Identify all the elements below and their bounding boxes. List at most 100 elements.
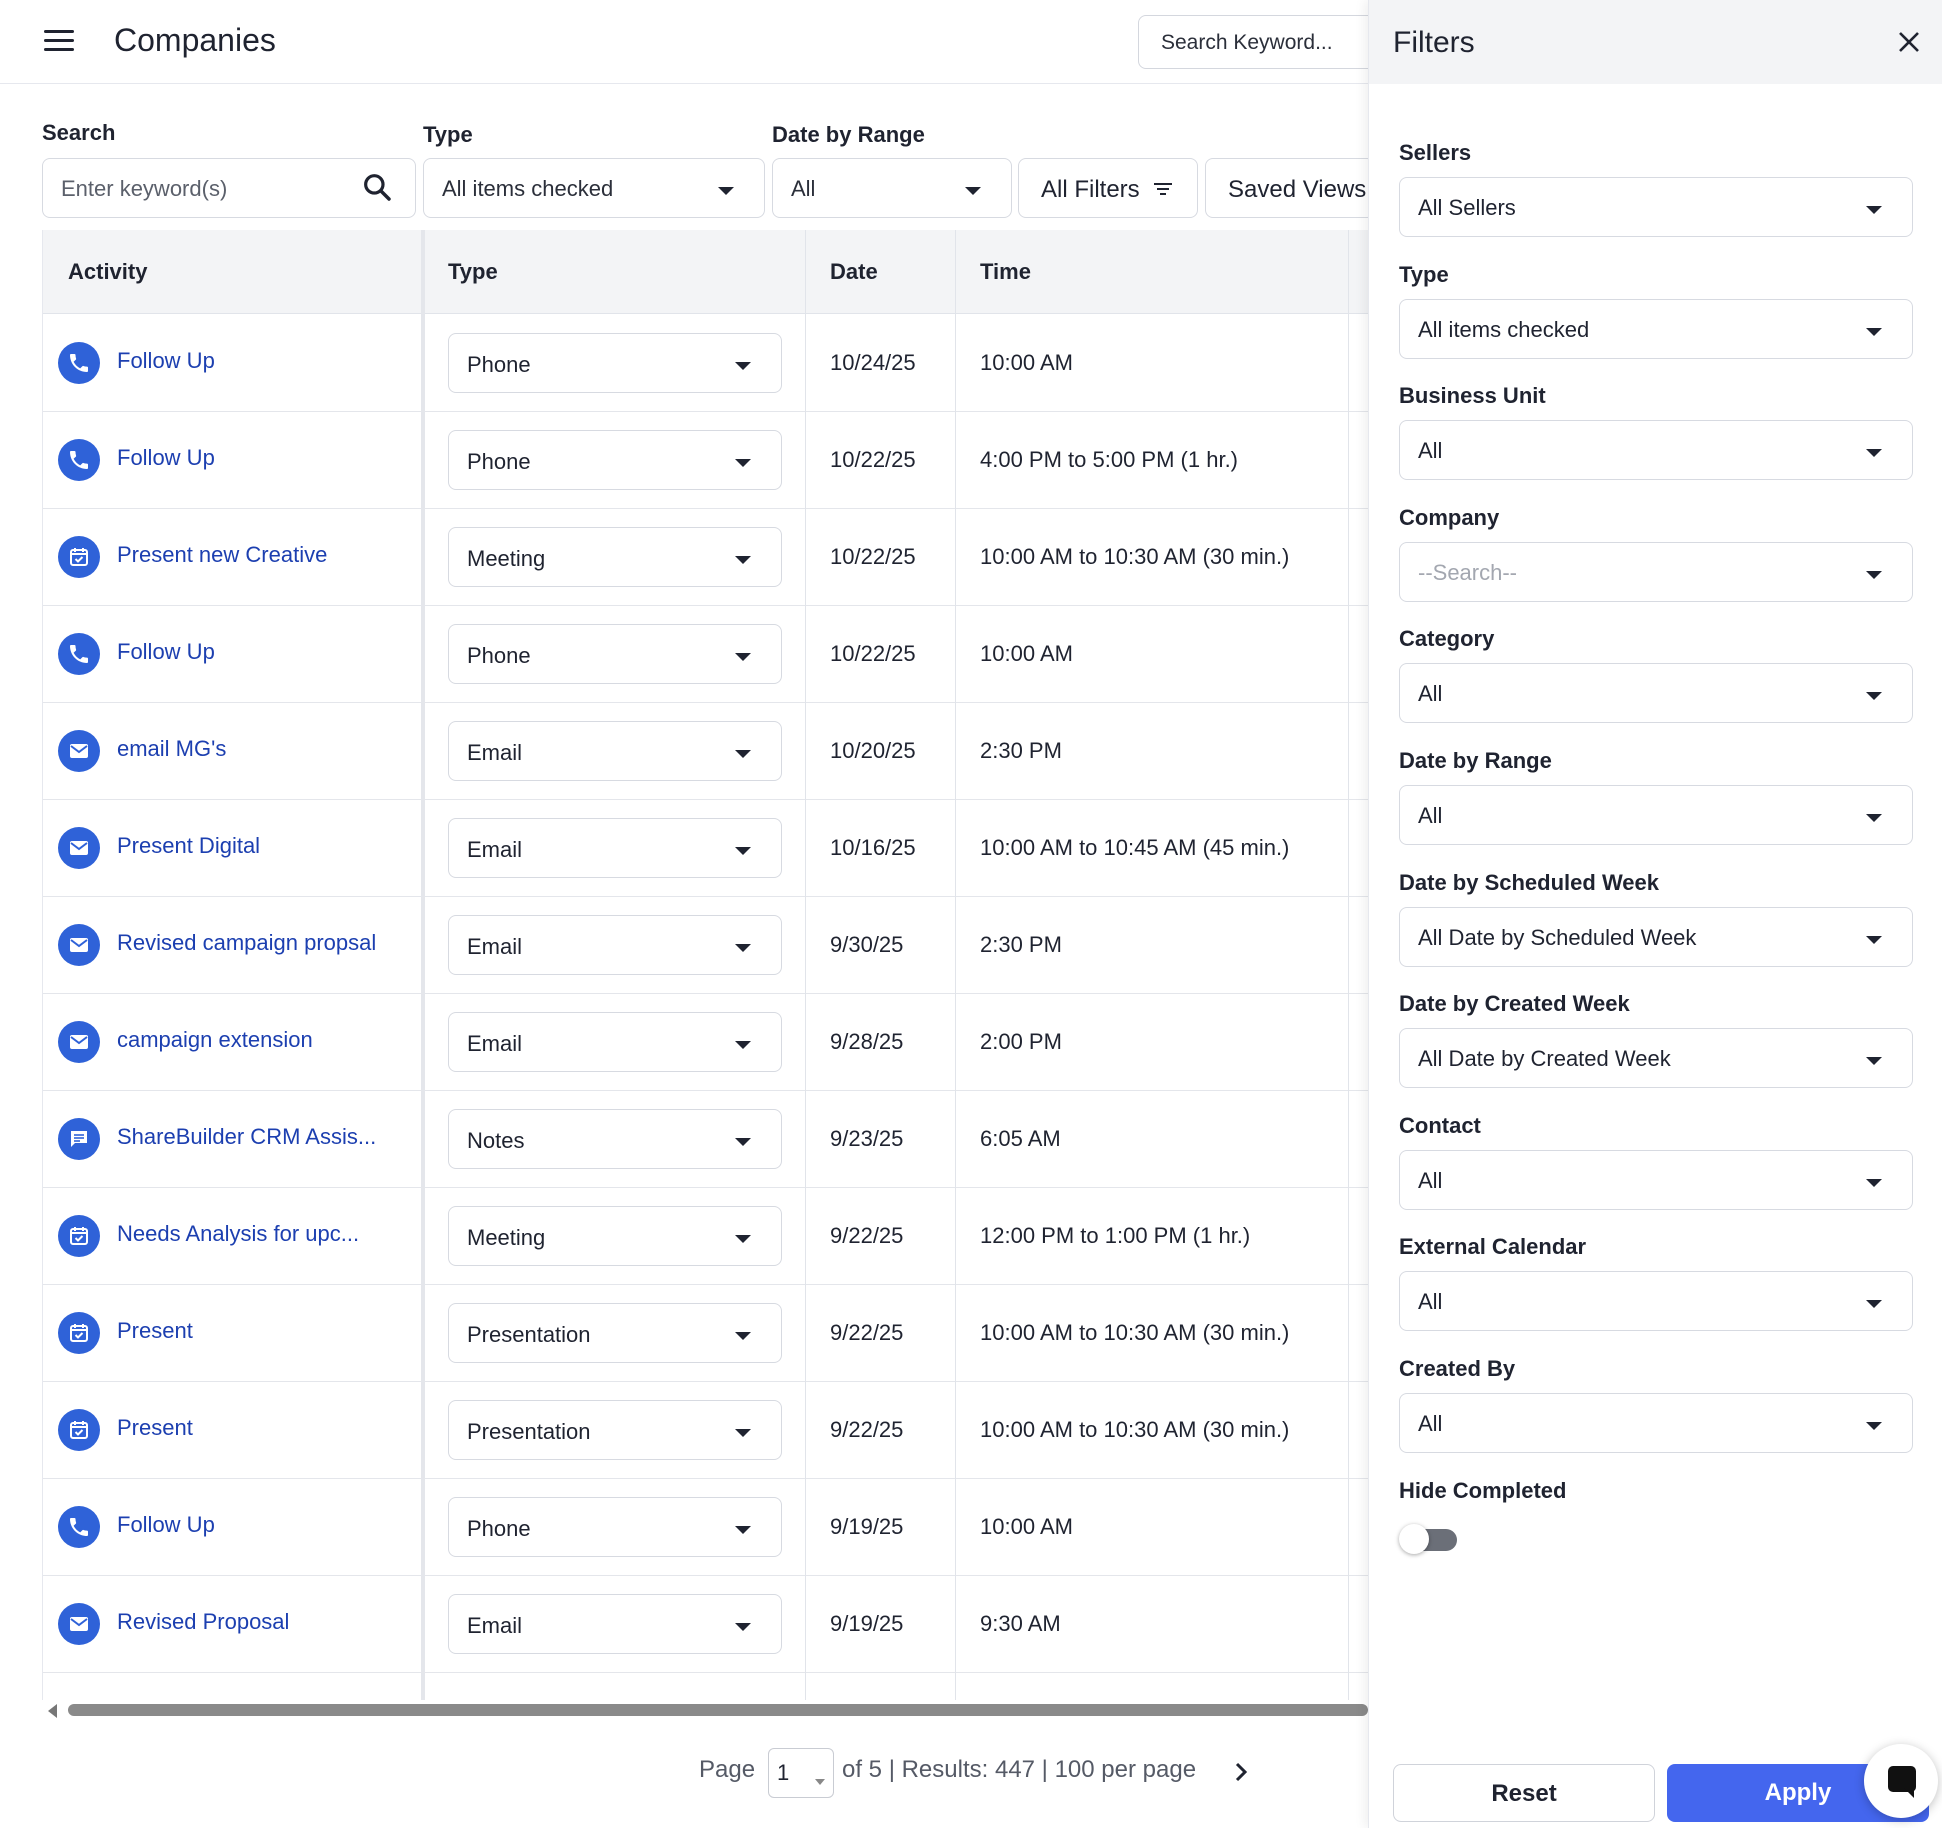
- chat-widget-button[interactable]: [1864, 1744, 1938, 1818]
- activity-type-select[interactable]: Presentation: [448, 1303, 782, 1363]
- table-row: Follow Up Phone 9/19/25 10:00 AM: [43, 1479, 1368, 1576]
- activity-type-select[interactable]: Presentation: [448, 1400, 782, 1460]
- chevron-down-icon: [735, 1235, 751, 1243]
- menu-icon[interactable]: [44, 30, 74, 54]
- activity-type-select[interactable]: Email: [448, 1012, 782, 1072]
- activity-type-select[interactable]: Email: [448, 818, 782, 878]
- table-row: Follow Up Phone 10/24/25 10:00 AM: [43, 315, 1368, 412]
- calendar-icon: [58, 1312, 100, 1354]
- chevron-down-icon: [1866, 328, 1882, 336]
- activity-type-value: Meeting: [467, 546, 546, 571]
- category-label: Category: [1399, 626, 1495, 651]
- type-filter-select[interactable]: All items checked: [423, 158, 765, 218]
- all-filters-button[interactable]: All Filters: [1018, 158, 1198, 218]
- date-by-range-select[interactable]: All: [1399, 785, 1913, 845]
- activity-link[interactable]: Follow Up: [117, 445, 215, 471]
- activity-type-value: Presentation: [467, 1419, 591, 1444]
- activity-time: 2:30 PM: [980, 932, 1062, 957]
- activity-type-select[interactable]: Phone: [448, 1497, 782, 1557]
- page-label: Page: [699, 1756, 756, 1783]
- keyword-search-input[interactable]: Search Keyword...: [1138, 15, 1388, 69]
- activity-link[interactable]: Present Digital: [117, 833, 260, 859]
- activity-link[interactable]: Revised Proposal: [117, 1609, 289, 1635]
- activity-type-select[interactable]: Meeting: [448, 527, 782, 587]
- activity-type-value: Presentation: [467, 1322, 591, 1347]
- column-divider: [1348, 230, 1349, 1700]
- type-select[interactable]: All items checked: [1399, 299, 1913, 359]
- business-unit-select[interactable]: All: [1399, 420, 1913, 480]
- activity-type-select[interactable]: Phone: [448, 430, 782, 490]
- activity-type-value: Phone: [467, 643, 531, 668]
- activity-type-select[interactable]: Email: [448, 1594, 782, 1654]
- category-value: All: [1418, 681, 1443, 706]
- activity-time: 12:00 PM to 1:00 PM (1 hr.): [980, 1223, 1251, 1248]
- external-calendar-select[interactable]: All: [1399, 1271, 1913, 1331]
- search-icon[interactable]: [361, 171, 393, 203]
- activity-link[interactable]: Needs Analysis for upc...: [117, 1221, 359, 1247]
- activity-type-select[interactable]: Phone: [448, 333, 782, 393]
- column-header-type[interactable]: Type: [448, 259, 498, 285]
- email-icon: [58, 1021, 100, 1063]
- date-by-created-week-value: All Date by Created Week: [1418, 1046, 1671, 1071]
- activity-date: 10/20/25: [830, 738, 916, 763]
- activity-type-select[interactable]: Email: [448, 721, 782, 781]
- activity-link[interactable]: Revised campaign propsal: [117, 930, 376, 956]
- chevron-down-icon: [1866, 1179, 1882, 1187]
- contact-select[interactable]: All: [1399, 1150, 1913, 1210]
- activity-time: 10:00 AM to 10:30 AM (30 min.): [980, 1320, 1290, 1345]
- keyword-input-placeholder: Enter keyword(s): [61, 176, 228, 201]
- company-value: --Search--: [1418, 560, 1518, 585]
- scrollbar-thumb[interactable]: [68, 1704, 1368, 1716]
- business-unit-value: All: [1418, 438, 1443, 463]
- external-calendar-value: All: [1418, 1289, 1443, 1314]
- date-by-scheduled-week-select[interactable]: All Date by Scheduled Week: [1399, 907, 1913, 967]
- activity-link[interactable]: email MG's: [117, 736, 226, 762]
- chevron-down-icon: [735, 1429, 751, 1437]
- chevron-down-icon: [1866, 1300, 1882, 1308]
- chevron-down-icon: [1866, 692, 1882, 700]
- saved-views-button[interactable]: Saved Views: [1205, 158, 1375, 218]
- activity-link[interactable]: Present: [117, 1415, 193, 1441]
- date-range-select[interactable]: All: [772, 158, 1012, 218]
- chevron-down-icon: [815, 1779, 825, 1785]
- page-select[interactable]: 1: [768, 1748, 834, 1798]
- table-row: Present Digital Email 10/16/25 10:00 AM …: [43, 800, 1368, 897]
- phone-icon: [58, 633, 100, 675]
- activity-link[interactable]: ShareBuilder CRM Assis...: [117, 1124, 376, 1150]
- keyword-input[interactable]: Enter keyword(s): [42, 158, 416, 218]
- category-select[interactable]: All: [1399, 663, 1913, 723]
- activity-type-select[interactable]: Notes: [448, 1109, 782, 1169]
- activity-link[interactable]: Present: [117, 1318, 193, 1344]
- company-select[interactable]: --Search--: [1399, 542, 1913, 602]
- activity-type-select[interactable]: Email: [448, 915, 782, 975]
- table-row: Follow Up Phone 10/22/25 10:00 AM: [43, 606, 1368, 703]
- created-by-select[interactable]: All: [1399, 1393, 1913, 1453]
- activity-link[interactable]: campaign extension: [117, 1027, 313, 1053]
- activity-link[interactable]: Follow Up: [117, 348, 215, 374]
- sellers-select[interactable]: All Sellers: [1399, 177, 1913, 237]
- column-divider: [955, 230, 956, 1700]
- scroll-left-icon[interactable]: [48, 1704, 57, 1718]
- activity-link[interactable]: Present new Creative: [117, 542, 327, 568]
- chevron-down-icon: [1866, 571, 1882, 579]
- column-header-date[interactable]: Date: [830, 259, 878, 285]
- chevron-down-icon: [735, 1138, 751, 1146]
- hide-completed-toggle[interactable]: [1399, 1524, 1457, 1554]
- reset-button[interactable]: Reset: [1393, 1764, 1655, 1822]
- column-header-time[interactable]: Time: [980, 259, 1031, 285]
- date-by-scheduled-week-label: Date by Scheduled Week: [1399, 870, 1660, 895]
- horizontal-scrollbar[interactable]: [42, 1698, 1368, 1722]
- activity-type-select[interactable]: Phone: [448, 624, 782, 684]
- next-page-icon[interactable]: [1232, 1760, 1250, 1784]
- column-header-activity[interactable]: Activity: [68, 259, 147, 285]
- chevron-down-icon: [1866, 936, 1882, 944]
- activity-link[interactable]: Follow Up: [117, 639, 215, 665]
- activity-link[interactable]: Follow Up: [117, 1512, 215, 1538]
- close-icon[interactable]: [1897, 30, 1921, 54]
- date-by-created-week-select[interactable]: All Date by Created Week: [1399, 1028, 1913, 1088]
- chevron-down-icon: [1866, 1422, 1882, 1430]
- table-row: Present Presentation 9/22/25 10:00 AM to…: [43, 1382, 1368, 1479]
- type-value: All items checked: [1418, 317, 1590, 342]
- activity-type-value: Email: [467, 1613, 523, 1638]
- activity-type-select[interactable]: Meeting: [448, 1206, 782, 1266]
